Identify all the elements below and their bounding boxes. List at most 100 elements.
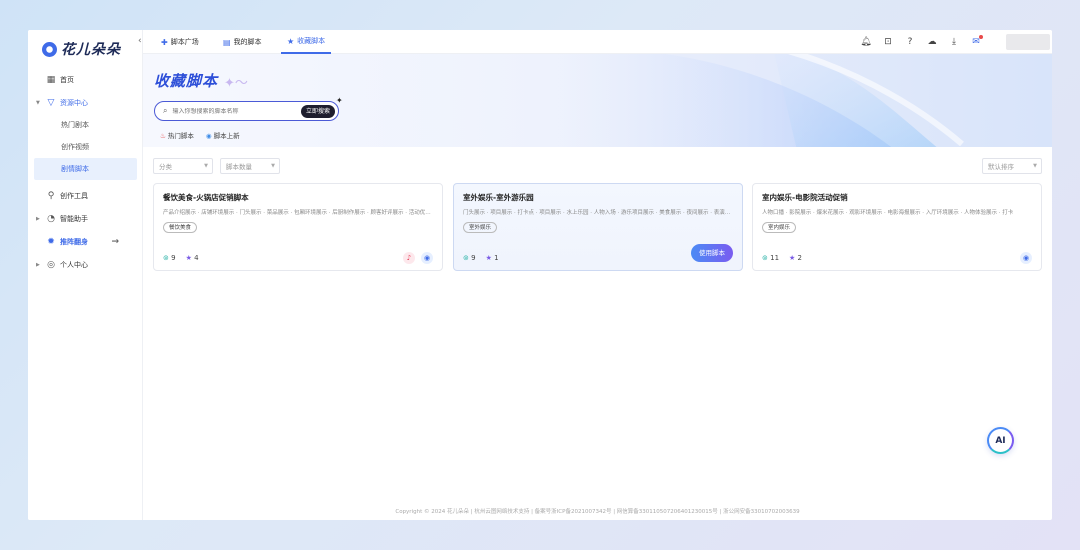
sidebar-item-assistant[interactable]: ▶ ◔ 智能助手 (28, 207, 143, 230)
sidebar-item-home[interactable]: ▦ 首页 (28, 68, 143, 91)
chevron-down-icon: ▼ (271, 163, 275, 169)
sidebar-subitem-create-video[interactable]: 创作视频 (28, 136, 143, 158)
script-card[interactable]: 餐饮美食-火锅店促销脚本 产品介绍展示 · 店铺环境展示 · 门头展示 · 菜品… (153, 183, 443, 271)
card-description: 门头展示 · 项目展示 · 打卡点 · 项目展示 · 水上乐园 · 人物入场 ·… (463, 210, 733, 216)
clock-icon: ◔ (47, 213, 55, 224)
search-input[interactable] (172, 107, 288, 115)
card-stats: ⊚ 9 ★ 4 (163, 254, 199, 262)
chevron-down-icon: ▼ (1033, 163, 1037, 169)
count-filter[interactable]: 脚本数量 ▼ (220, 158, 280, 174)
script-card[interactable]: 室内娱乐-电影院活动促销 人物口播 · 影院展示 · 爆米花展示 · 观影环境展… (752, 183, 1042, 271)
sidebar-item-creation-tools[interactable]: ⚲ 创作工具 (28, 184, 143, 207)
stars-count: 4 (194, 254, 199, 262)
gear-icon: ✹ (47, 236, 55, 247)
category-filter[interactable]: 分类 ▼ (153, 158, 213, 174)
tab-label: 脚本广场 (170, 38, 199, 46)
sort-filter[interactable]: 默认排序 ▼ (982, 158, 1042, 174)
star-icon: ★ (287, 36, 295, 46)
bell-icon[interactable]: 🔔︎ (860, 37, 872, 47)
views-count: 11 (770, 254, 780, 262)
mail-icon[interactable]: ✉ (970, 35, 983, 47)
collapse-sidebar-icon[interactable]: ‹ (138, 36, 142, 46)
view-icon: ⊚ (163, 254, 169, 262)
category-filter-label: 分类 (159, 163, 172, 171)
search-button[interactable]: 立即搜索 (300, 104, 335, 118)
card-tag: 室外娱乐 (463, 222, 498, 233)
card-description: 人物口播 · 影院展示 · 爆米花展示 · 观影环境展示 · 电影海报展示 · … (762, 210, 1014, 216)
user-avatar[interactable] (1006, 34, 1050, 50)
card-title: 餐饮美食-火锅店促销脚本 (163, 193, 249, 202)
card-stats: ⊚ 9 ★ 1 (463, 254, 499, 262)
sidebar-item-label: 首页 (60, 75, 74, 84)
top-icons: 🔔︎ ⊡ ? ☁ ⤓ ✉ (860, 30, 983, 54)
fire-icon: ♨ (160, 132, 166, 140)
hot-tags: ♨ 热门脚本 ◉ 脚本上新 (160, 130, 240, 140)
sidebar-item-personal-center[interactable]: ▶ ◎ 个人中心 (28, 253, 143, 276)
sidebar-item-label: 资源中心 (60, 98, 88, 107)
banner-wave-decoration (552, 54, 964, 147)
expand-arrow-icon: ▶ (36, 215, 40, 222)
views-count: 9 (471, 254, 476, 262)
user-icon: ◎ (47, 259, 55, 270)
footer: Copyright © 2024 花儿朵朵 | 杭州云图网络技术支持 | 备案号… (395, 509, 800, 515)
hot-tag-hot-scripts[interactable]: ♨ 热门脚本 (160, 130, 194, 140)
card-description: 产品介绍展示 · 店铺环境展示 · 门头展示 · 菜品展示 · 包厢环境展示 ·… (163, 210, 433, 216)
help-icon[interactable]: ? (904, 37, 916, 47)
download-icon[interactable]: ⤓ (948, 37, 960, 47)
sidebar-subitem-hot-scripts[interactable]: 热门剧本 (28, 114, 143, 136)
star-icon: ★ (485, 254, 492, 262)
shield-icon: ▽ (47, 97, 55, 108)
views-count: 9 (171, 254, 176, 262)
cloud-icon[interactable]: ☁ (926, 37, 938, 47)
sidebar-item-resource-center[interactable]: ▼ ▽ 资源中心 (28, 91, 143, 114)
sidebar-item-label: 智能助手 (60, 214, 88, 223)
expand-arrow-icon: ▶ (36, 261, 40, 268)
card-stats: ⊚ 11 ★ 2 (762, 254, 802, 262)
sidebar-item-label: 个人中心 (60, 260, 88, 269)
sidebar-nav: ▦ 首页 ▼ ▽ 资源中心 热门剧本 创作视频 剧情脚本 ⚲ 创作工具 ▶ ◔ … (28, 68, 143, 276)
tab-favorite-scripts[interactable]: ★ 收藏脚本 (281, 30, 332, 54)
app-logo[interactable]: 花儿朵朵 (42, 39, 121, 59)
sidebar-item-label: 创作工具 (60, 191, 88, 200)
sidebar-subitem-label: 热门剧本 (61, 121, 89, 129)
stars-count: 2 (797, 254, 803, 262)
search-icon: ⌕ (163, 106, 168, 115)
script-card[interactable]: 室外娱乐-室外游乐园 门头展示 · 项目展示 · 打卡点 · 项目展示 · 水上… (453, 183, 743, 271)
ai-assistant-button[interactable]: AI (987, 427, 1014, 454)
app-icon: ◉ (1020, 252, 1032, 264)
page-title: 收藏脚本 (154, 72, 219, 90)
hot-tag-new-scripts[interactable]: ◉ 脚本上新 (206, 130, 240, 140)
stars-count: 1 (494, 254, 499, 262)
hot-tag-label: 热门脚本 (167, 132, 194, 140)
new-icon: ◉ (205, 132, 212, 140)
gift-icon[interactable]: ⊡ (882, 37, 894, 47)
count-filter-label: 脚本数量 (226, 163, 252, 171)
card-badges: ◉ (1020, 252, 1032, 264)
arrow-right-icon: → (111, 236, 119, 247)
card-title: 室内娱乐-电影院活动促销 (762, 193, 848, 202)
tab-label: 收藏脚本 (297, 37, 326, 45)
app-window: 花儿朵朵 ‹ ▦ 首页 ▼ ▽ 资源中心 热门剧本 创作视频 剧情脚本 ⚲ 创作… (28, 30, 1052, 520)
doc-icon: ▤ (223, 37, 231, 47)
card-tag: 室内娱乐 (762, 222, 797, 233)
view-icon: ⊚ (762, 254, 768, 262)
sidebar-item-label: 推阵翻身 (60, 237, 88, 246)
card-title: 室外娱乐-室外游乐园 (463, 193, 534, 202)
flower-logo-icon (42, 41, 57, 57)
star-icon: ★ (789, 254, 796, 262)
chevron-down-icon: ▼ (204, 163, 208, 169)
use-script-button[interactable]: 使用脚本 (691, 244, 733, 262)
grid-icon: ▦ (46, 74, 56, 85)
link-icon: ⚲ (47, 190, 55, 201)
top-bar: ✚ 脚本广场 ▤ 我的脚本 ★ 收藏脚本 🔔︎ ⊡ ? ☁ ⤓ ✉ (143, 30, 1052, 54)
tab-label: 我的脚本 (233, 38, 262, 46)
expand-arrow-icon: ▼ (36, 99, 40, 106)
view-icon: ⊚ (463, 254, 469, 262)
tab-script-square[interactable]: ✚ 脚本广场 (161, 30, 199, 54)
sidebar-item-special[interactable]: ✹ 推阵翻身 → (28, 230, 143, 253)
hot-tag-label: 脚本上新 (213, 132, 240, 140)
star-icon: ★ (185, 254, 192, 262)
douyin-icon: ♪ (403, 252, 415, 264)
sidebar-subitem-scripts[interactable]: 剧情脚本 (34, 158, 137, 180)
tab-my-scripts[interactable]: ▤ 我的脚本 (223, 30, 262, 54)
